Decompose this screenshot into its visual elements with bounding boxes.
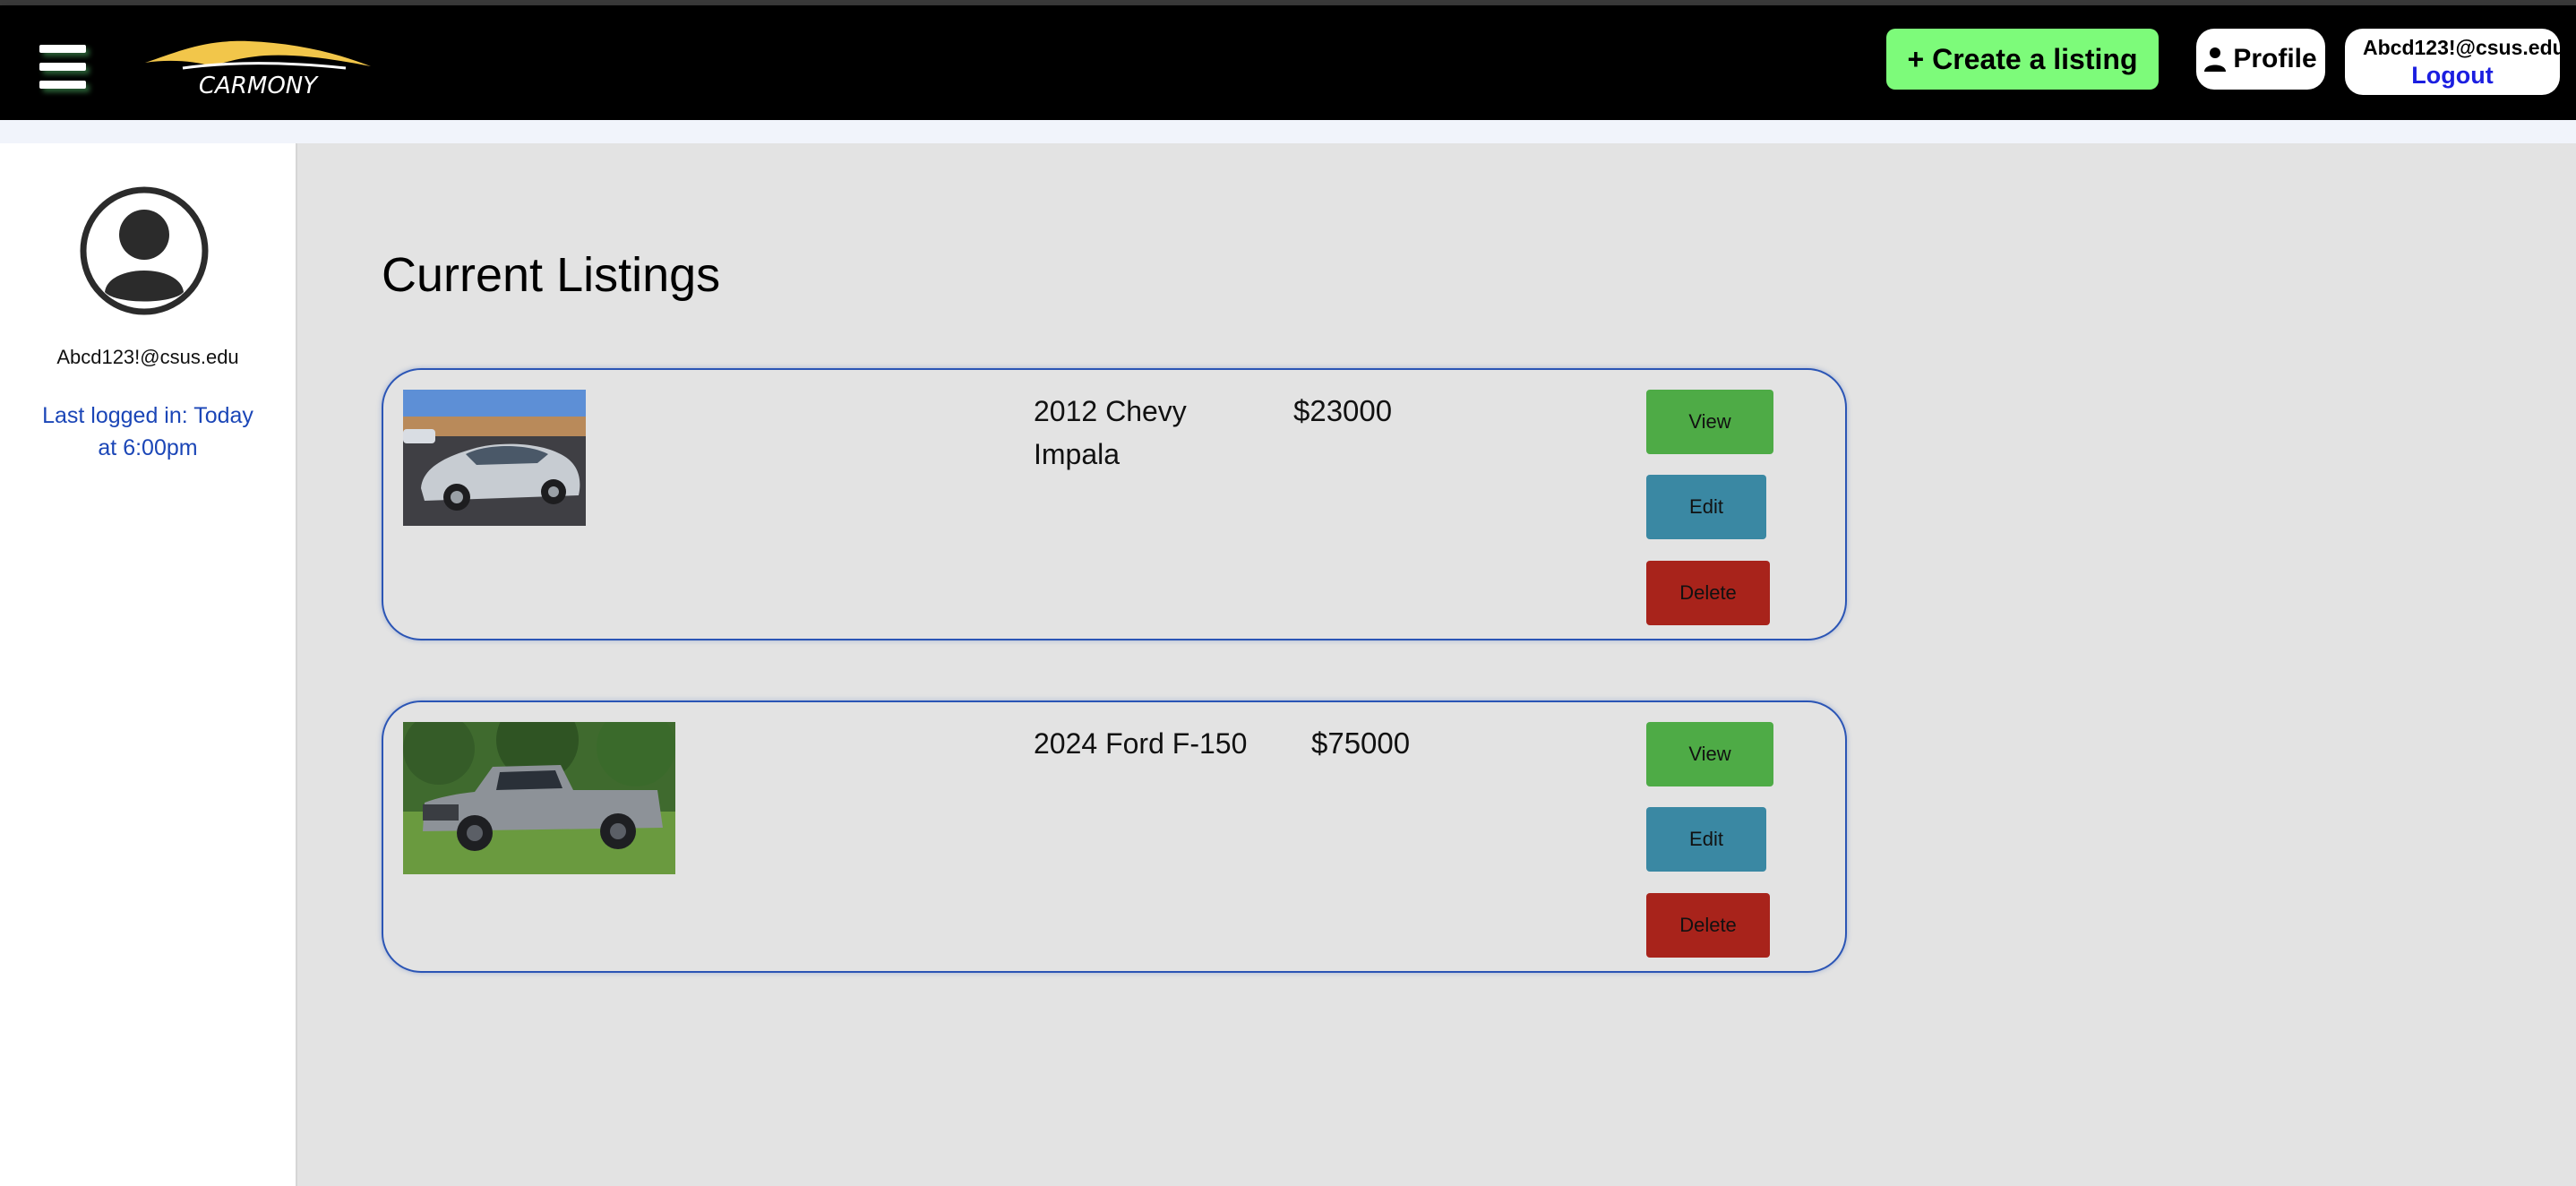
view-button[interactable]: View bbox=[1646, 390, 1773, 454]
svg-text:CARMONY: CARMONY bbox=[199, 73, 319, 99]
page-title: Current Listings bbox=[382, 248, 721, 302]
top-navbar: CARMONY + Create a listing Profile Abcd1… bbox=[0, 5, 2576, 120]
sidebar: Abcd123!@csus.edu Last logged in: Today … bbox=[0, 143, 296, 1186]
view-button[interactable]: View bbox=[1646, 722, 1773, 786]
listing-card: 2024 Ford F-150 $75000 View Edit Delete bbox=[382, 700, 1847, 973]
listing-title: 2012 Chevy Impala bbox=[1034, 395, 1187, 470]
person-icon bbox=[2204, 47, 2227, 72]
profile-button[interactable]: Profile bbox=[2196, 29, 2325, 90]
listing-price: $23000 bbox=[1293, 394, 1393, 427]
user-avatar-icon bbox=[80, 186, 209, 315]
edit-button[interactable]: Edit bbox=[1646, 475, 1766, 539]
profile-label: Profile bbox=[2233, 44, 2317, 73]
listing-price: $75000 bbox=[1311, 726, 1411, 760]
account-email: Abcd123!@csus.edu bbox=[2363, 36, 2560, 59]
listing-card: 2012 Chevy Impala $23000 View Edit Delet… bbox=[382, 368, 1847, 640]
main-content: Current Listings 2012 Chevy Impala $2300… bbox=[296, 143, 2576, 1186]
header-divider bbox=[0, 120, 2576, 143]
delete-button[interactable]: Delete bbox=[1646, 893, 1770, 958]
last-login-text: Last logged in: Today at 6:00pm bbox=[42, 403, 253, 460]
hamburger-menu-icon[interactable] bbox=[36, 39, 93, 97]
listing-image[interactable] bbox=[403, 390, 586, 526]
create-listing-button[interactable]: + Create a listing bbox=[1886, 29, 2159, 90]
delete-button[interactable]: Delete bbox=[1646, 561, 1770, 625]
carmony-logo[interactable]: CARMONY bbox=[142, 36, 374, 104]
account-box: Abcd123!@csus.edu Logout bbox=[2345, 29, 2560, 95]
logout-link[interactable]: Logout bbox=[2345, 62, 2560, 90]
sidebar-email: Abcd123!@csus.edu bbox=[56, 346, 239, 368]
listing-image[interactable] bbox=[403, 722, 675, 874]
listing-title: 2024 Ford F-150 bbox=[1034, 727, 1248, 760]
edit-button[interactable]: Edit bbox=[1646, 807, 1766, 872]
